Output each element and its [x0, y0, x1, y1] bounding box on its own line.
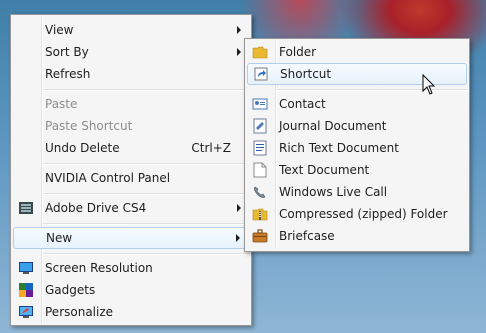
menu-separator — [43, 223, 249, 225]
personalize-icon — [19, 306, 33, 318]
menu-separator — [43, 163, 249, 165]
menu-item-undo-delete[interactable]: Undo Delete Ctrl+Z — [13, 137, 249, 159]
menu-separator — [277, 89, 467, 91]
submenu-item-windows-live-call[interactable]: Windows Live Call — [247, 181, 467, 203]
menu-item-label: Compressed (zipped) Folder — [279, 207, 448, 221]
menu-item-screen-resolution[interactable]: Screen Resolution — [13, 257, 249, 279]
menu-item-label: Adobe Drive CS4 — [45, 201, 147, 215]
menu-item-refresh[interactable]: Refresh — [13, 63, 249, 85]
menu-separator — [43, 89, 249, 91]
submenu-item-rich-text-document[interactable]: Rich Text Document — [247, 137, 467, 159]
menu-item-sort-by[interactable]: Sort By — [13, 41, 249, 63]
adobe-drive-icon — [19, 202, 33, 214]
menu-item-label: Refresh — [45, 67, 91, 81]
menu-item-label: Rich Text Document — [279, 141, 399, 155]
menu-item-new[interactable]: New — [13, 227, 249, 249]
submenu-item-compressed-folder[interactable]: Compressed (zipped) Folder — [247, 203, 467, 225]
submenu-item-journal-document[interactable]: Journal Document — [247, 115, 467, 137]
briefcase-icon — [252, 229, 268, 243]
menu-item-label: Folder — [279, 45, 317, 59]
submenu-item-folder[interactable]: Folder — [247, 41, 467, 63]
menu-item-label: NVIDIA Control Panel — [45, 171, 171, 185]
menu-item-view[interactable]: View — [13, 19, 249, 41]
text-document-icon — [253, 162, 267, 178]
submenu-item-text-document[interactable]: Text Document — [247, 159, 467, 181]
menu-item-adobe-drive[interactable]: Adobe Drive CS4 — [13, 197, 249, 219]
menu-item-label: New — [46, 231, 73, 245]
menu-item-gadgets[interactable]: Gadgets — [13, 279, 249, 301]
menu-item-label: Paste Shortcut — [45, 119, 133, 133]
submenu-arrow-icon — [237, 26, 241, 34]
menu-separator — [43, 193, 249, 195]
menu-item-label: Shortcut — [280, 67, 332, 81]
menu-separator — [43, 253, 249, 255]
menu-item-label: Screen Resolution — [45, 261, 153, 275]
menu-item-personalize[interactable]: Personalize — [13, 301, 249, 323]
submenu-arrow-icon — [237, 48, 241, 56]
menu-item-label: Briefcase — [279, 229, 335, 243]
submenu-item-briefcase[interactable]: Briefcase — [247, 225, 467, 247]
rich-text-icon — [253, 140, 267, 156]
zip-folder-icon — [252, 208, 268, 221]
menu-item-label: Personalize — [45, 305, 114, 319]
submenu-arrow-icon — [236, 234, 240, 242]
shortcut-icon — [254, 67, 268, 81]
menu-item-label: Sort By — [45, 45, 89, 59]
folder-icon — [252, 46, 268, 59]
menu-item-label: Undo Delete — [45, 141, 120, 155]
gadgets-icon — [19, 283, 33, 297]
menu-item-label: Windows Live Call — [279, 185, 388, 199]
journal-icon — [253, 118, 267, 134]
menu-item-paste-shortcut[interactable]: Paste Shortcut — [13, 115, 249, 137]
monitor-icon — [19, 262, 33, 274]
menu-item-label: View — [45, 23, 74, 37]
submenu-item-contact[interactable]: Contact — [247, 93, 467, 115]
menu-item-label: Text Document — [279, 163, 370, 177]
menu-item-label: Contact — [279, 97, 326, 111]
desktop-context-menu: View Sort By Refresh Paste Paste Shortcu… — [10, 14, 252, 326]
menu-item-label: Gadgets — [45, 283, 96, 297]
keyboard-shortcut: Ctrl+Z — [191, 141, 231, 155]
menu-item-nvidia-control-panel[interactable]: NVIDIA Control Panel — [13, 167, 249, 189]
menu-item-paste[interactable]: Paste — [13, 93, 249, 115]
menu-item-label: Paste — [45, 97, 78, 111]
contact-icon — [252, 98, 268, 110]
phone-icon — [254, 186, 266, 198]
submenu-arrow-icon — [237, 204, 241, 212]
new-submenu: Folder Shortcut Contact Journal Document — [244, 38, 470, 252]
mouse-pointer-icon — [422, 74, 436, 95]
menu-item-label: Journal Document — [279, 119, 387, 133]
